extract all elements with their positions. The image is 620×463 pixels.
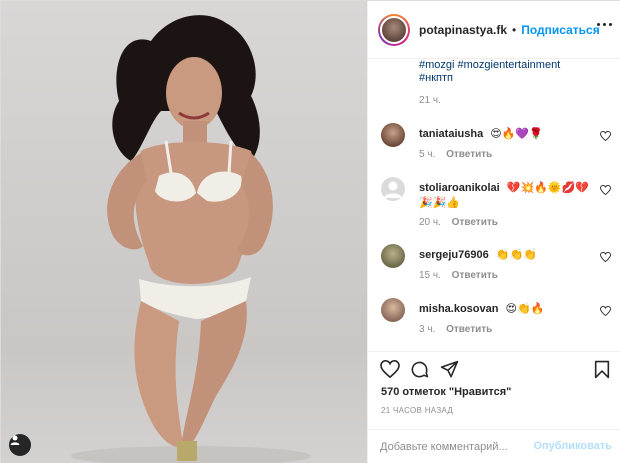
comment-body: sergeju76906 👏👏👏 [419,248,589,263]
caption-time: 21 ч. [419,95,441,106]
like-heart-icon[interactable] [380,360,400,378]
posted-time[interactable]: 21 часов назад [381,406,453,415]
user-icon [10,435,20,445]
caption-hashtags: #mozgi #mozgientertainment #нкптп [419,59,560,85]
reply-button[interactable]: Ответить [452,270,498,281]
commenter-username[interactable]: taniataiusha [419,128,483,140]
commenter-username[interactable]: sergeju76906 [419,249,489,261]
comment-time[interactable]: 20 ч. [419,217,441,228]
follow-button[interactable]: Подписаться [521,23,599,37]
share-send-icon[interactable] [440,360,459,379]
commenter-username[interactable]: misha.kosovan [419,303,498,315]
comment-text: 😍🔥💜🌹 [490,128,543,140]
heart-icon[interactable] [600,306,611,316]
post-photo[interactable] [1,1,367,463]
comment-text: 👏👏👏 [495,249,537,261]
post-side-panel: potapinastya.fk • Подписаться #mozgi #mo… [367,1,620,463]
instagram-post: potapinastya.fk • Подписаться #mozgi #mo… [0,0,620,463]
comment-meta: 3 ч. Ответить [419,324,492,335]
comment-meta: 15 ч. Ответить [419,270,498,281]
comment-meta: 20 ч. Ответить [419,217,498,228]
tagged-users-button[interactable] [9,434,31,456]
comment-body: stoliaroanikolai 💔💥🔥🌞💋💔 🎉🎉👍 [419,181,589,211]
reply-button[interactable]: Ответить [446,324,492,335]
commenter-avatar[interactable] [381,177,405,201]
more-horizontal-icon[interactable] [597,23,612,26]
likes-count[interactable]: 570 отметок "Нравится" [381,386,511,398]
author-avatar[interactable] [378,13,410,46]
comment-text: 😍👏🔥 [505,303,545,315]
header-separator: • [512,22,517,37]
post-header: potapinastya.fk • Подписаться [368,1,620,59]
default-avatar-icon [384,181,402,198]
comments-list[interactable]: #mozgi #mozgientertainment #нкптп 21 ч. … [368,59,620,351]
commenter-avatar[interactable] [381,298,405,322]
author-username[interactable]: potapinastya.fk [419,23,507,37]
post-actions: 570 отметок "Нравится" 21 часов назад [368,351,620,429]
comment-meta: 5 ч. Ответить [419,149,492,160]
publish-button[interactable]: Опубликовать [533,440,612,452]
commenter-avatar[interactable] [381,123,405,147]
commenter-avatar[interactable] [381,244,405,268]
reply-button[interactable]: Ответить [452,217,498,228]
heart-icon[interactable] [600,131,611,141]
comment-body: misha.kosovan 😍👏🔥 [419,302,589,317]
caption-hashtag-line[interactable]: #mozgi #mozgientertainment [419,59,560,72]
photo-illustration [71,15,311,463]
commenter-username[interactable]: stoliaroanikolai [419,182,500,194]
heart-icon[interactable] [600,252,611,262]
comment-body: taniataiusha 😍🔥💜🌹 [419,127,589,142]
bookmark-icon[interactable] [594,360,610,379]
caption-hashtag-line[interactable]: #нкптп [419,72,560,85]
reply-button[interactable]: Ответить [446,149,492,160]
heart-icon[interactable] [600,185,611,195]
comment-time[interactable]: 3 ч. [419,324,435,335]
add-comment-bar: Опубликовать [368,429,620,463]
comment-input[interactable] [380,439,530,455]
comment-time[interactable]: 15 ч. [419,270,441,281]
comment-time[interactable]: 5 ч. [419,149,435,160]
comment-bubble-icon[interactable] [410,360,429,379]
